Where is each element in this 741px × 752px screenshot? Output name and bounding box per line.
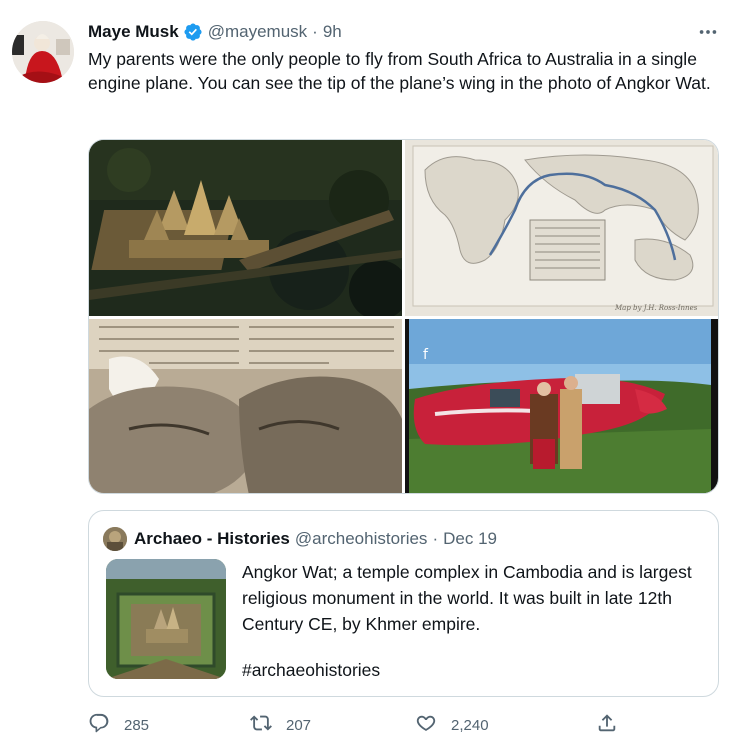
tweet-timestamp[interactable]: 9h: [323, 22, 342, 42]
author-display-name[interactable]: Maye Musk: [88, 22, 179, 42]
quoted-hashtag[interactable]: #archaeohistories: [242, 657, 380, 683]
quoted-timestamp: Dec 19: [443, 529, 497, 548]
author-handle[interactable]: @mayemusk: [208, 22, 307, 42]
quoted-thumbnail: [106, 559, 226, 679]
quoted-display-name: Archaeo - Histories: [134, 529, 290, 548]
reply-button[interactable]: 285: [88, 711, 149, 739]
tweet-header: Maye Musk @mayemusk · 9h: [88, 20, 342, 44]
reply-count: 285: [124, 716, 150, 734]
quoted-tweet[interactable]: Archaeo - Histories @archeohistories · D…: [88, 510, 719, 697]
avatar-image: [12, 21, 74, 83]
quoted-avatar: [103, 527, 127, 551]
retweet-icon: [250, 712, 272, 738]
quoted-handle: @archeohistories: [294, 529, 428, 548]
action-bar: 285 207 2,240: [88, 711, 719, 739]
verified-badge-icon: [183, 22, 203, 42]
retweet-count: 207: [286, 716, 312, 734]
photo-angkor-wat[interactable]: [89, 140, 402, 316]
share-icon: [596, 712, 618, 738]
like-count: 2,240: [451, 716, 489, 734]
retweet-button[interactable]: 207: [250, 711, 311, 739]
photo-route-map[interactable]: Map by J.H. Ross-Innes: [405, 140, 718, 316]
like-button[interactable]: 2,240: [415, 711, 489, 739]
reply-icon: [88, 712, 110, 738]
photo-red-plane[interactable]: f: [405, 319, 718, 493]
tweet-text: My parents were the only people to fly f…: [88, 49, 711, 93]
more-horizontal-icon[interactable]: [695, 22, 721, 42]
photo-newspaper-clipping[interactable]: [89, 319, 402, 493]
map-caption: Map by J.H. Ross-Innes: [614, 304, 698, 312]
share-button[interactable]: [596, 711, 618, 739]
quoted-separator: ·: [432, 529, 439, 548]
quoted-tweet-text: Angkor Wat; a temple complex in Cambodia…: [242, 562, 692, 634]
header-separator: ·: [312, 22, 318, 41]
tweet[interactable]: Maye Musk @mayemusk · 9h My parents were…: [0, 0, 741, 752]
media-grid: Map by J.H. Ross-Innes f: [88, 139, 719, 494]
heart-icon: [415, 712, 437, 738]
quoted-tweet-header: Archaeo - Histories @archeohistories · D…: [103, 527, 497, 551]
avatar[interactable]: [12, 21, 74, 83]
